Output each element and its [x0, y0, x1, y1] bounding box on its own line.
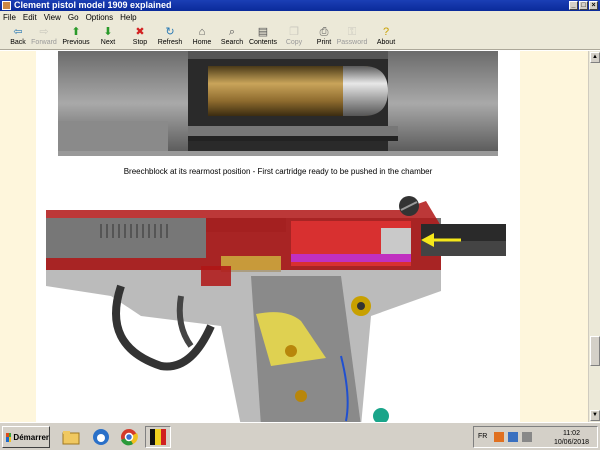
- toolbar: ⇦ Back ⇨ Forward ⬆ Previous ⬇ Next ✖ Stop ↻ Refresh…: [0, 23, 600, 50]
- close-button[interactable]: ×: [589, 1, 598, 10]
- vertical-scrollbar[interactable]: ▲ ▼: [588, 51, 600, 422]
- home-label: Home: [192, 39, 212, 46]
- refresh-label: Refresh: [157, 39, 183, 46]
- window-title: Clement pistol model 1909 explained: [14, 0, 172, 10]
- ebook-app-icon[interactable]: [145, 426, 171, 448]
- cartridge-photo: [58, 51, 498, 156]
- start-label: Démarrer: [13, 432, 49, 442]
- stop-button[interactable]: ✖ Stop: [124, 25, 156, 46]
- home-icon: ⌂: [198, 26, 206, 38]
- scroll-thumb[interactable]: [590, 336, 600, 366]
- next-button[interactable]: ⬇ Next: [92, 25, 124, 46]
- menu-bar: File Edit View Go Options Help: [0, 11, 600, 23]
- pistol-diagram: [46, 196, 506, 422]
- contents-button[interactable]: ▤ Contents: [247, 25, 279, 46]
- about-icon: ?: [382, 26, 390, 38]
- about-button[interactable]: ? About: [370, 25, 402, 46]
- menu-view[interactable]: View: [44, 13, 61, 22]
- folder-icon[interactable]: [58, 426, 84, 448]
- copy-label: Copy: [285, 39, 303, 46]
- taskbar: Démarrer FR 11:02 10/06/2018: [0, 422, 600, 450]
- menu-file[interactable]: File: [3, 13, 16, 22]
- clock[interactable]: 11:02 10/06/2018: [554, 429, 589, 447]
- menu-options[interactable]: Options: [86, 13, 114, 22]
- search-label: Search: [220, 39, 244, 46]
- scroll-up-button[interactable]: ▲: [590, 52, 600, 63]
- title-bar: Clement pistol model 1909 explained _ □ …: [0, 0, 600, 11]
- print-label: Print: [316, 39, 332, 46]
- search-button[interactable]: ⌕ Search: [216, 25, 248, 46]
- previous-label: Previous: [62, 39, 90, 46]
- copy-button[interactable]: ❐ Copy: [278, 25, 310, 46]
- maximize-button[interactable]: □: [579, 1, 588, 10]
- about-label: About: [376, 39, 396, 46]
- stop-label: Stop: [132, 39, 148, 46]
- home-button[interactable]: ⌂ Home: [186, 25, 218, 46]
- minimize-button[interactable]: _: [569, 1, 578, 10]
- scroll-down-button[interactable]: ▼: [590, 410, 600, 421]
- windows-logo-icon: [6, 432, 12, 442]
- contents-label: Contents: [248, 39, 278, 46]
- forward-arrow-icon: ⇨: [39, 26, 49, 38]
- volume-icon[interactable]: [522, 432, 532, 442]
- next-label: Next: [100, 39, 116, 46]
- start-button[interactable]: Démarrer: [2, 426, 50, 448]
- clock-date: 10/06/2018: [553, 439, 589, 446]
- search-icon: ⌕: [228, 26, 236, 38]
- page: [36, 51, 520, 422]
- back-label: Back: [10, 39, 26, 46]
- password-button[interactable]: ⚿ Password: [336, 25, 368, 46]
- refresh-icon: ↻: [165, 26, 175, 38]
- menu-help[interactable]: Help: [120, 13, 136, 22]
- forward-label: Forward: [31, 39, 57, 46]
- previous-button[interactable]: ⬆ Previous: [60, 25, 92, 46]
- password-label: Password: [336, 39, 368, 46]
- menu-edit[interactable]: Edit: [23, 13, 37, 22]
- refresh-button[interactable]: ↻ Refresh: [154, 25, 186, 46]
- image-caption: Breechblock at its rearmost position - F…: [123, 167, 433, 176]
- menu-go[interactable]: Go: [68, 13, 79, 22]
- copy-icon: ❐: [289, 26, 299, 38]
- app-icon: [2, 1, 11, 10]
- content-area: Breechblock at its rearmost position - F…: [0, 51, 600, 422]
- clock-time: 11:02: [562, 430, 580, 437]
- notification-icon[interactable]: [494, 432, 504, 442]
- thunderbird-icon[interactable]: [88, 426, 114, 448]
- language-indicator[interactable]: FR: [478, 433, 487, 440]
- forward-button[interactable]: ⇨ Forward: [28, 25, 60, 46]
- system-tray: FR 11:02 10/06/2018: [473, 426, 598, 448]
- network-icon[interactable]: [508, 432, 518, 442]
- contents-icon: ▤: [257, 26, 269, 38]
- chrome-icon[interactable]: [116, 426, 142, 448]
- up-arrow-icon: ⬆: [71, 26, 81, 38]
- password-icon: ⚿: [347, 26, 357, 38]
- down-arrow-icon: ⬇: [103, 26, 113, 38]
- stop-icon: ✖: [135, 26, 145, 38]
